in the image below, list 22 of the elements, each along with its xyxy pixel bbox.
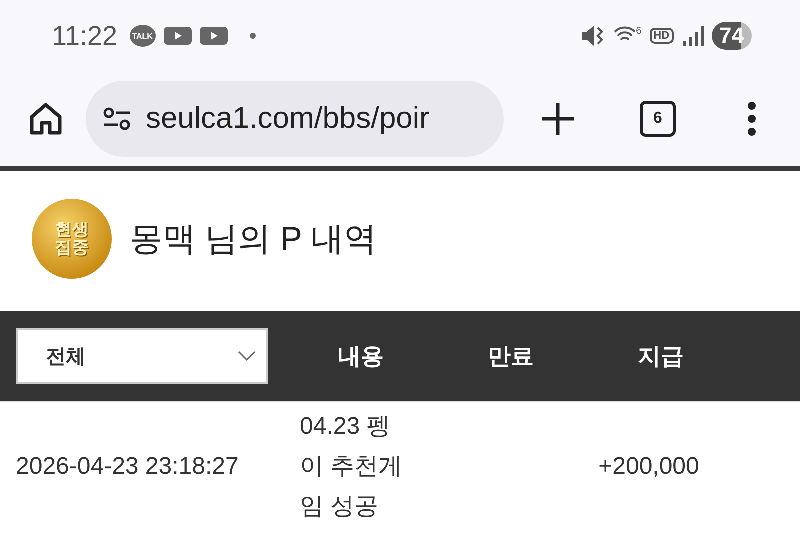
status-time: 11:22 (52, 20, 118, 52)
tab-switcher-button[interactable]: 6 (640, 101, 676, 137)
column-header: 지급 (637, 342, 685, 370)
more-notifications-icon (250, 33, 256, 39)
signal-icon (682, 25, 704, 47)
menu-icon[interactable] (746, 101, 758, 137)
table-cell-text: +200,000 (598, 453, 700, 481)
chevron-down-icon (238, 351, 256, 361)
table-cell-text: 2026-04-23 23:18:27 (15, 453, 240, 481)
play-icon (164, 27, 192, 45)
table-cell-text: 04.23 펭이 추천게임 성공 (300, 412, 404, 522)
hd-voice-icon: HD (650, 28, 674, 44)
filter-dropdown[interactable]: 전체 (16, 328, 268, 384)
address-bar[interactable]: seulca1.com/bbs/poir (86, 81, 504, 157)
chat-notification-icon: TALK (130, 25, 156, 47)
home-icon[interactable] (28, 101, 64, 137)
play-icon (200, 27, 228, 45)
coin-logo: 현생 집중 (32, 199, 112, 279)
column-header: 내용 (337, 342, 385, 370)
column-header: 만료 (487, 342, 535, 370)
site-settings-icon (102, 106, 132, 132)
page-title: 몽맥 님의 P 내역 (130, 218, 377, 258)
